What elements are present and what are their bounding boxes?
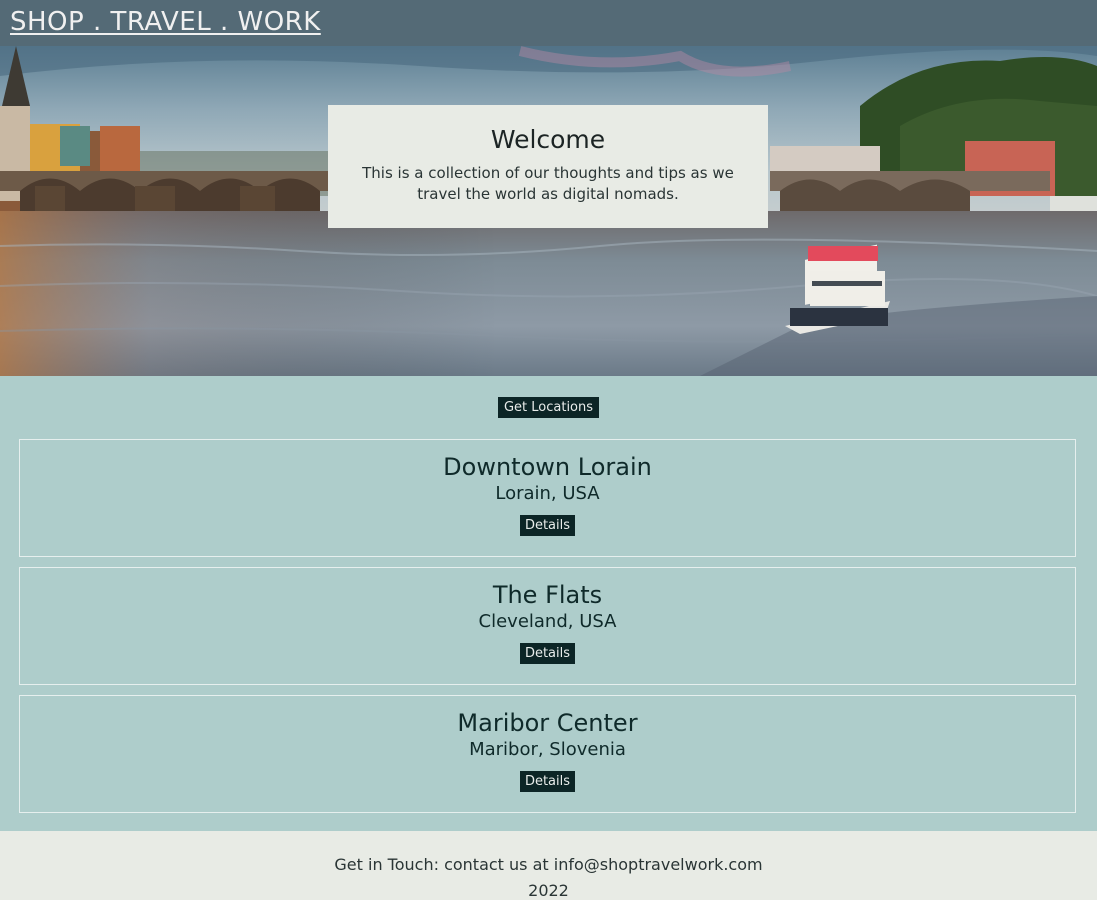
- details-button[interactable]: Details: [519, 643, 576, 664]
- location-place: Maribor, Slovenia: [469, 739, 626, 760]
- get-locations-button[interactable]: Get Locations: [497, 397, 600, 418]
- location-card: Downtown Lorain Lorain, USA Details: [19, 439, 1076, 557]
- location-name: Downtown Lorain: [443, 453, 652, 481]
- welcome-title: Welcome: [490, 125, 606, 154]
- main-content: Get Locations Downtown Lorain Lorain, US…: [0, 376, 1097, 831]
- details-button[interactable]: Details: [519, 515, 576, 536]
- hero-section: Welcome This is a collection of our thou…: [0, 46, 1097, 376]
- location-name: The Flats: [492, 581, 603, 609]
- location-card: The Flats Cleveland, USA Details: [19, 567, 1076, 685]
- location-card: Maribor Center Maribor, Slovenia Details: [19, 695, 1076, 813]
- location-place: Cleveland, USA: [478, 611, 617, 632]
- contact-text: Get in Touch: contact us at info@shoptra…: [334, 855, 763, 874]
- location-name: Maribor Center: [457, 709, 638, 737]
- details-button[interactable]: Details: [519, 771, 576, 792]
- site-title-link[interactable]: SHOP . TRAVEL . WORK: [10, 7, 321, 37]
- welcome-card: Welcome This is a collection of our thou…: [328, 105, 768, 228]
- site-header: SHOP . TRAVEL . WORK: [0, 0, 1097, 46]
- welcome-text: This is a collection of our thoughts and…: [362, 164, 734, 203]
- site-footer: Get in Touch: contact us at info@shoptra…: [0, 831, 1097, 900]
- location-place: Lorain, USA: [495, 483, 600, 504]
- copyright-year: 2022: [528, 881, 569, 900]
